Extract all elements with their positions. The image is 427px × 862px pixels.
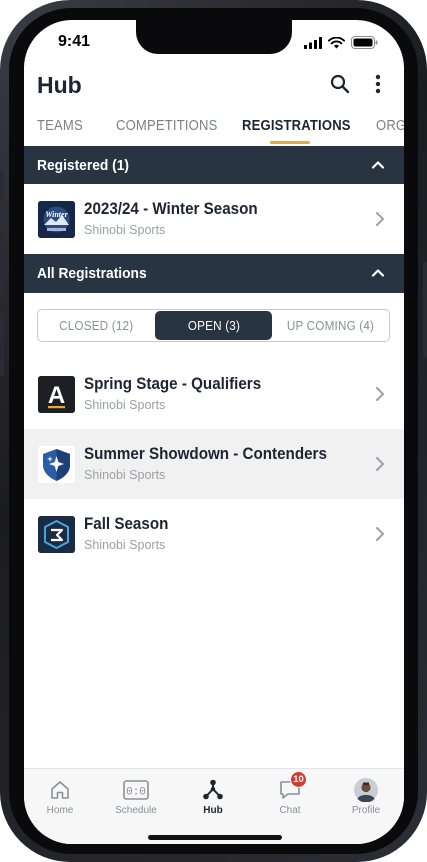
schedule-icon: 0:0	[122, 777, 150, 803]
registered-section-title: Registered (1)	[37, 157, 130, 174]
battery-icon	[351, 36, 378, 49]
nav-label: Profile	[351, 805, 381, 816]
winter-season-logo: Winter	[38, 201, 75, 238]
chevron-right-icon	[376, 457, 384, 471]
tab-registrations[interactable]: REGISTRATIONS	[242, 118, 351, 134]
tab-competitions[interactable]: COMPETITIONS	[116, 118, 217, 134]
home-icon	[46, 777, 74, 803]
list-item-title: Fall Season	[84, 515, 169, 533]
status-icons	[304, 36, 378, 49]
list-item-subtitle: Shinobi Sports	[84, 538, 166, 552]
list-item-subtitle: Shinobi Sports	[84, 468, 166, 482]
spring-logo-text: A	[48, 382, 65, 409]
list-item-subtitle: Shinobi Sports	[84, 398, 166, 412]
list-item-subtitle: Shinobi Sports	[84, 223, 166, 237]
list-item-fall-season[interactable]: Fall Season Shinobi Sports	[24, 499, 404, 569]
power-button	[423, 262, 427, 358]
volume-up-button	[0, 232, 4, 296]
search-icon[interactable]	[328, 72, 352, 96]
active-tab-indicator	[270, 141, 310, 144]
schedule-icon-text: 0:0	[126, 787, 146, 799]
list-item-winter-season[interactable]: Winter 2023/24 - Winter Season Shinobi S…	[24, 184, 404, 254]
camera-notch	[136, 20, 292, 54]
fall-season-logo	[38, 516, 75, 553]
chevron-right-icon	[376, 387, 384, 401]
filter-closed[interactable]: CLOSED (12)	[38, 310, 155, 341]
tab-teams[interactable]: TEAMS	[37, 118, 83, 134]
chevron-right-icon	[376, 212, 384, 226]
home-indicator	[148, 835, 282, 840]
nav-label: Schedule	[115, 805, 157, 816]
profile-avatar	[352, 777, 380, 803]
list-item-title: Spring Stage - Qualifiers	[84, 375, 262, 393]
list-item-spring-stage[interactable]: A Spring Stage - Qualifiers Shinobi Spor…	[24, 359, 404, 429]
more-options-icon[interactable]	[366, 72, 390, 96]
nav-hub[interactable]: Hub	[183, 777, 243, 816]
screen: 9:41 Hub TEAMS COMPETITIONS REGISTRATION…	[24, 20, 404, 844]
summer-showdown-logo	[38, 446, 75, 483]
hub-icon	[199, 777, 227, 803]
chevron-up-icon	[371, 269, 385, 277]
nav-schedule[interactable]: 0:0 Schedule	[106, 777, 166, 816]
tab-organizations[interactable]: ORGA	[376, 118, 404, 134]
all-registrations-section-header[interactable]: All Registrations	[24, 254, 404, 293]
winter-logo-text: Winter	[45, 210, 68, 219]
nav-chat[interactable]: 10 Chat	[260, 771, 320, 816]
all-registrations-section-title: All Registrations	[37, 265, 147, 282]
bottom-navigation: Home 0:0 Schedule Hub 10 Chat Profile	[24, 768, 404, 844]
tab-bar: TEAMS COMPETITIONS REGISTRATIONS ORGA	[24, 114, 404, 146]
nav-label: Home	[46, 805, 74, 816]
nav-label: Hub	[203, 805, 223, 816]
filter-upcoming[interactable]: UP COMING (4)	[272, 310, 389, 341]
chat-icon: 10	[276, 771, 307, 803]
page-title: Hub	[37, 72, 82, 98]
nav-label: Chat	[279, 805, 301, 816]
wifi-icon	[328, 36, 345, 48]
nav-home[interactable]: Home	[30, 777, 90, 816]
cellular-signal-icon	[304, 36, 322, 49]
mute-switch	[0, 170, 4, 202]
chevron-right-icon	[376, 527, 384, 541]
registered-section-header[interactable]: Registered (1)	[24, 146, 404, 185]
list-item-title: Summer Showdown - Contenders	[84, 445, 327, 463]
status-time: 9:41	[58, 33, 91, 50]
volume-down-button	[0, 312, 4, 376]
list-item-title: 2023/24 - Winter Season	[84, 200, 258, 218]
app-header: Hub	[24, 68, 404, 108]
chat-unread-badge: 10	[290, 771, 307, 788]
filter-open[interactable]: OPEN (3)	[155, 311, 272, 340]
registration-status-filter: CLOSED (12) OPEN (3) UP COMING (4)	[37, 309, 390, 342]
chevron-up-icon	[371, 161, 385, 169]
list-item-summer-showdown[interactable]: Summer Showdown - Contenders Shinobi Spo…	[24, 429, 404, 499]
spring-stage-logo: A	[38, 376, 75, 413]
nav-profile[interactable]: Profile	[336, 777, 396, 816]
